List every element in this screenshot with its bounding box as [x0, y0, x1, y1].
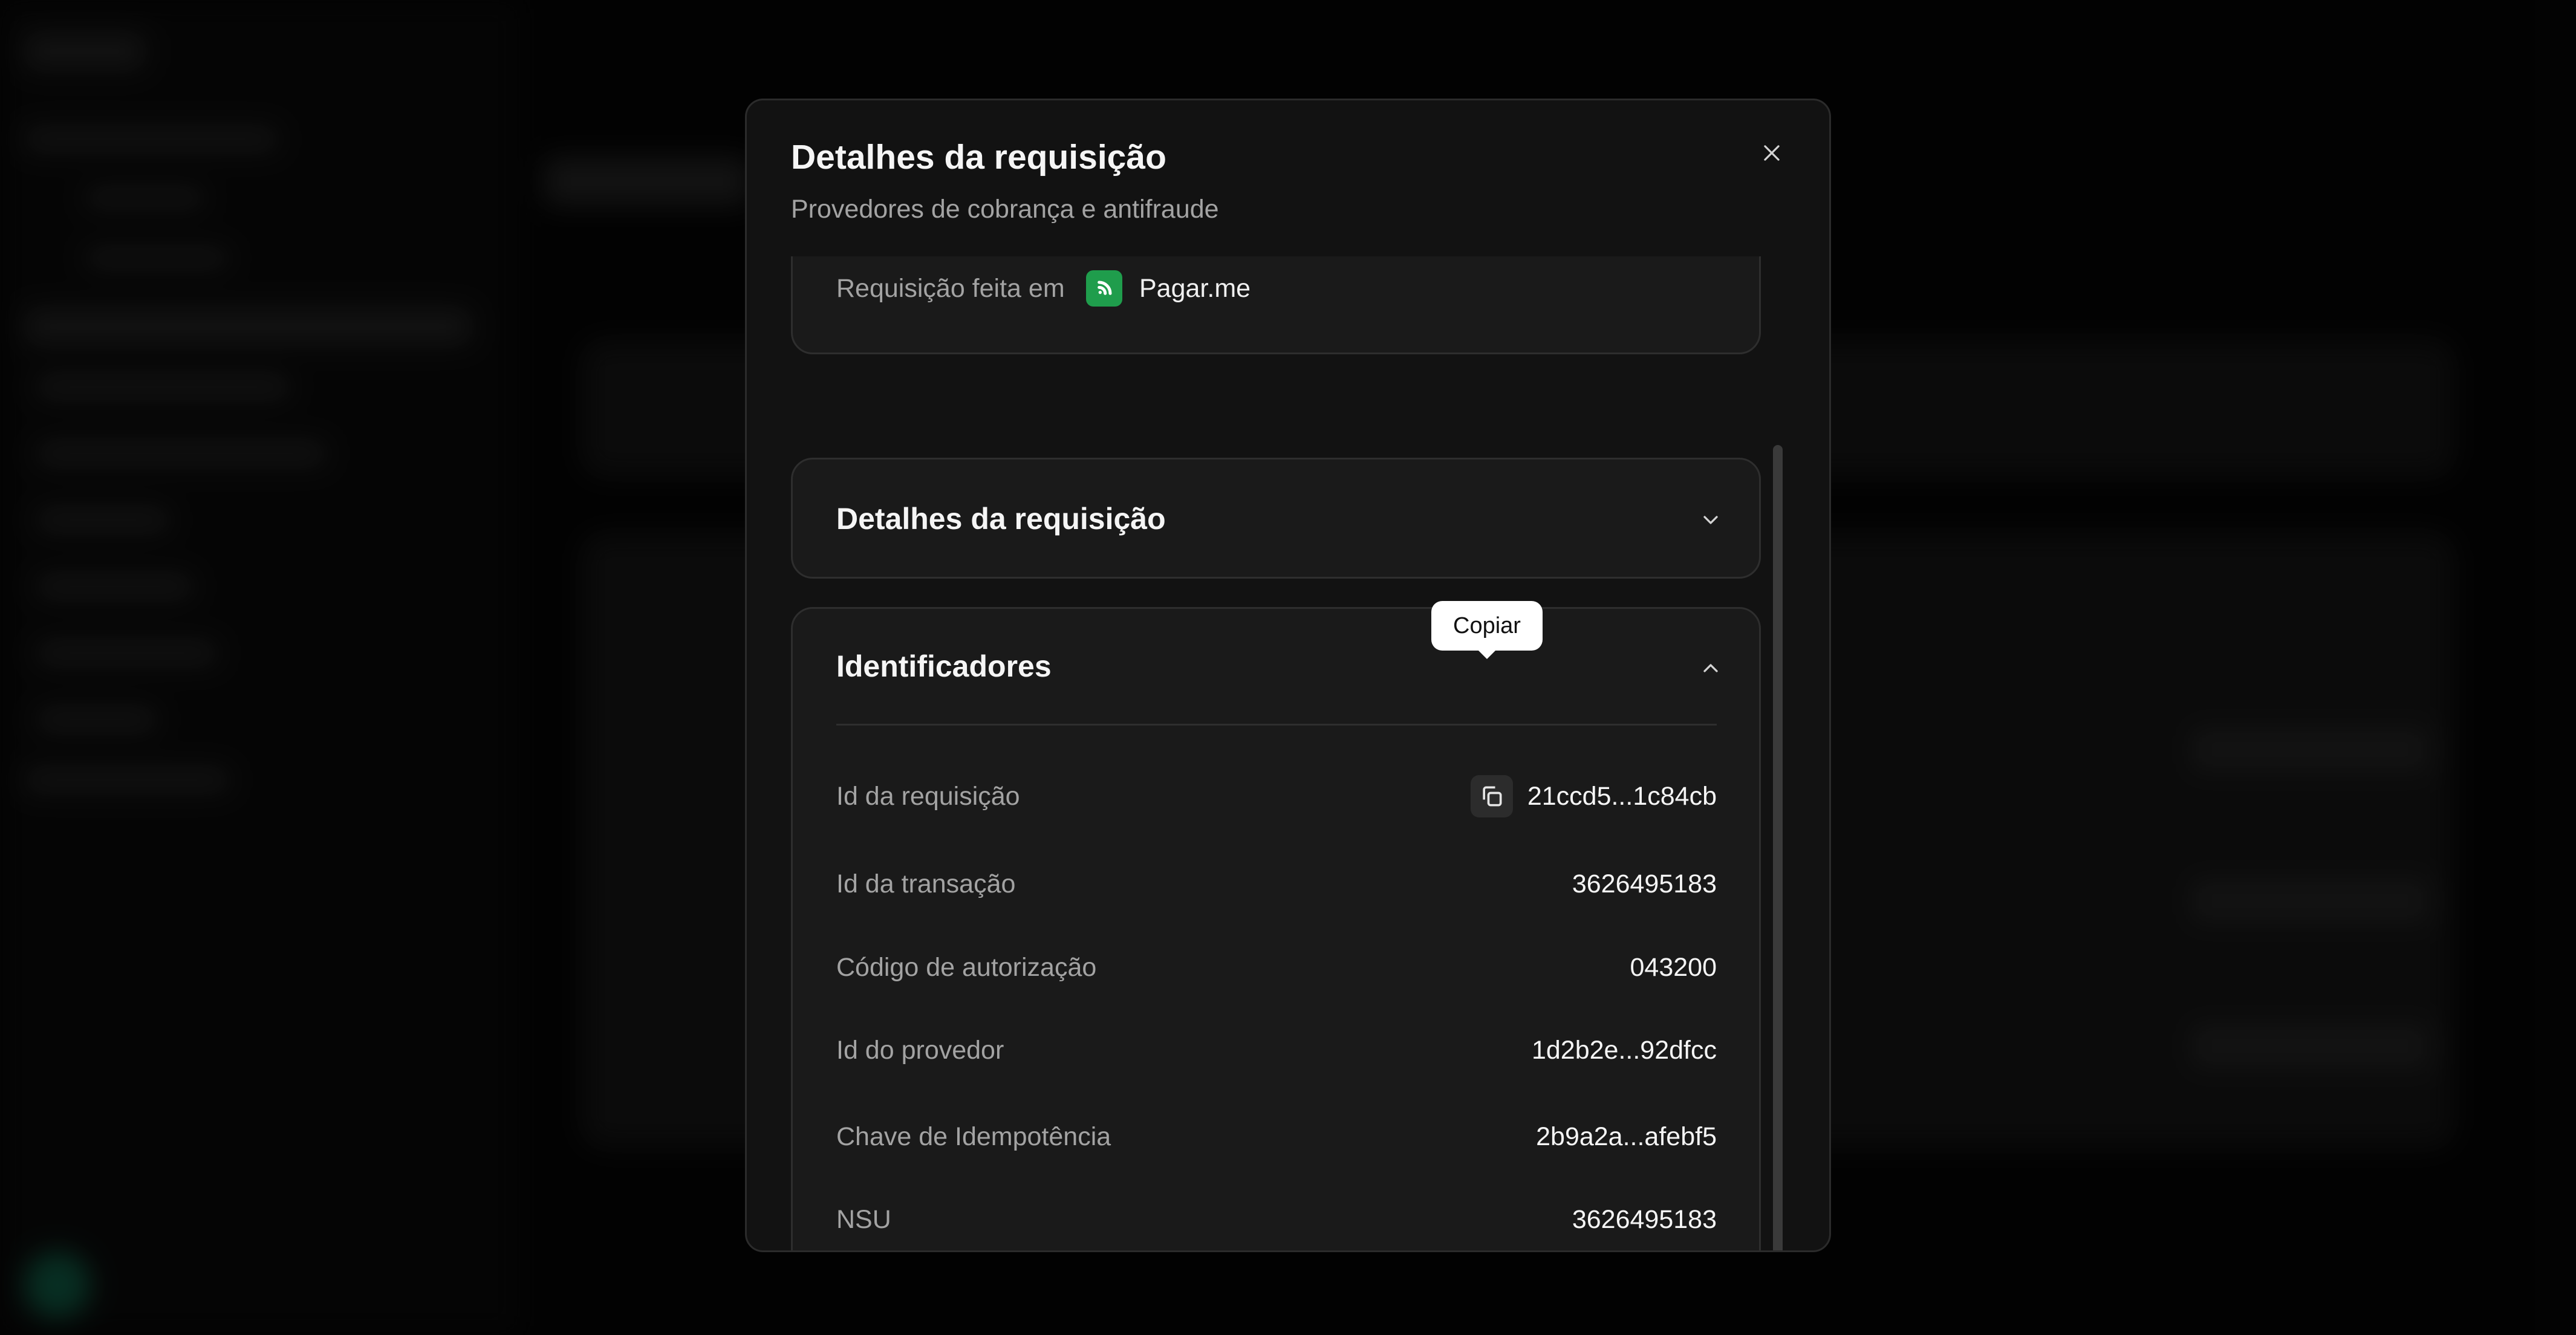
identifier-row-idempotency-key: Chave de Idempotência 2b9a2a...afebf5 — [836, 1116, 1717, 1158]
identifier-label: Chave de Idempotência — [836, 1122, 1111, 1151]
close-button[interactable] — [1751, 132, 1793, 174]
request-origin-card: Requisição feita em Pagar.me — [791, 256, 1761, 354]
identifier-label: NSU — [836, 1204, 891, 1234]
chevron-down-icon[interactable] — [1699, 508, 1723, 532]
identifier-row-authorization-code: Código de autorização 043200 — [836, 946, 1717, 989]
request-details-title: Detalhes da requisição — [836, 502, 1166, 536]
identifier-label: Id da transação — [836, 869, 1016, 898]
scrollbar[interactable] — [1773, 445, 1786, 1250]
identifier-row-nsu: NSU 3626495183 — [836, 1198, 1717, 1241]
identifier-value: 3626495183 — [1572, 1204, 1717, 1234]
identifier-value: 2b9a2a...afebf5 — [1536, 1122, 1717, 1151]
divider — [836, 724, 1717, 726]
copy-button[interactable] — [1470, 775, 1513, 817]
close-icon — [1764, 145, 1780, 161]
modal-title: Detalhes da requisição — [791, 138, 1166, 177]
identifier-label: Id da requisição — [836, 781, 1020, 811]
identifier-label: Id do provedor — [836, 1035, 1004, 1065]
copy-tooltip: Copiar — [1431, 601, 1543, 659]
identifiers-title: Identificadores — [836, 649, 1052, 683]
request-origin-label: Requisição feita em — [836, 274, 1065, 303]
identifiers-accordion: Identificadores Id da requisição 21ccd5.… — [791, 607, 1761, 1250]
provider-name: Pagar.me — [1139, 273, 1251, 303]
pagarme-logo-icon — [1086, 270, 1122, 307]
chevron-up-icon[interactable] — [1699, 656, 1723, 680]
identifier-row-transaction-id: Id da transação 3626495183 — [836, 863, 1717, 905]
identifier-label: Código de autorização — [836, 952, 1097, 982]
request-details-accordion[interactable]: Detalhes da requisição — [791, 458, 1761, 579]
identifier-value: 043200 — [1630, 952, 1717, 982]
modal-scroll-area[interactable]: Requisição feita em Pagar.me Detalhes da… — [791, 256, 1764, 1250]
identifier-row-request-id: Id da requisição 21ccd5...1c84cb — [836, 775, 1717, 817]
request-details-modal: Detalhes da requisição Provedores de cob… — [745, 99, 1831, 1252]
identifier-value: 21ccd5...1c84cb — [1527, 781, 1717, 811]
identifier-value: 3626495183 — [1572, 869, 1717, 898]
modal-subtitle: Provedores de cobrança e antifraude — [791, 195, 1219, 224]
identifier-row-provider-id: Id do provedor 1d2b2e...92dfcc — [836, 1029, 1717, 1071]
copy-icon — [1483, 786, 1502, 807]
scrollbar-thumb[interactable] — [1773, 445, 1783, 1250]
provider-badge: Pagar.me — [1086, 270, 1251, 307]
identifier-value: 1d2b2e...92dfcc — [1531, 1035, 1717, 1065]
